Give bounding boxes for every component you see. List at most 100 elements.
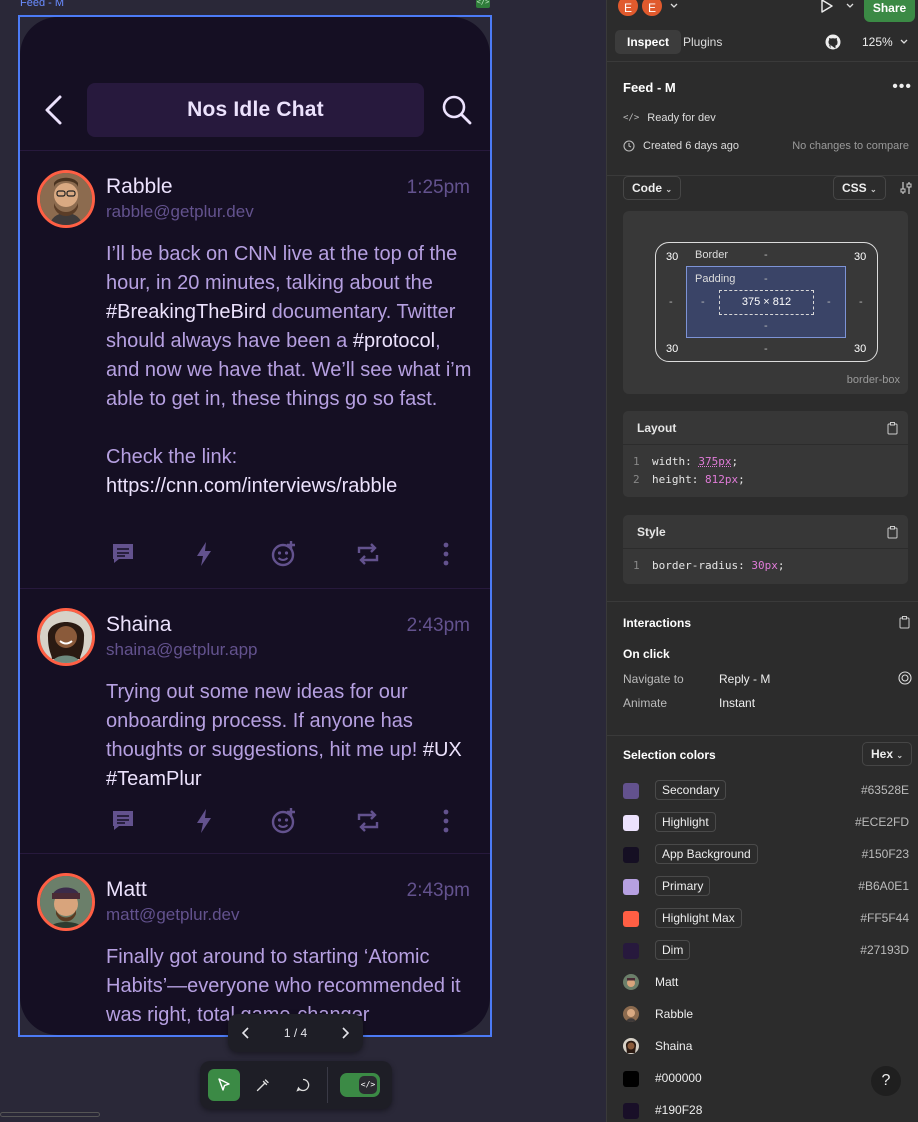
eyedropper-tool-button[interactable] bbox=[247, 1069, 279, 1101]
color-row[interactable]: Dim #27193D bbox=[623, 940, 909, 964]
toolbar-divider bbox=[327, 1067, 328, 1103]
user-avatar[interactable]: E bbox=[616, 0, 640, 18]
share-button[interactable]: Share bbox=[864, 0, 915, 22]
play-icon[interactable] bbox=[819, 0, 835, 14]
padding-right-value: - bbox=[827, 296, 831, 308]
comment-tool-button[interactable] bbox=[287, 1069, 319, 1101]
help-button[interactable]: ? bbox=[871, 1066, 901, 1096]
color-row[interactable]: App Background #150F23 bbox=[623, 844, 909, 868]
navigate-destination[interactable]: Reply - M bbox=[719, 672, 770, 686]
chevron-down-icon[interactable] bbox=[669, 1, 679, 11]
code-dropdown[interactable]: Code ⌄ bbox=[623, 176, 682, 200]
eyedropper-icon bbox=[256, 1079, 269, 1092]
more-options-icon[interactable]: ••• bbox=[892, 78, 912, 96]
hashtag-link[interactable]: #BreakingTheBird bbox=[106, 301, 266, 323]
post-card[interactable]: Shaina shaina@getplur.app 2:43pm Trying … bbox=[20, 589, 490, 854]
color-hex[interactable]: #150F23 bbox=[862, 844, 909, 864]
chevron-right-icon[interactable] bbox=[339, 1026, 351, 1040]
css-dropdown[interactable]: CSS ⌄ bbox=[833, 176, 886, 200]
color-row[interactable]: Shaina bbox=[623, 1036, 909, 1060]
reply-icon[interactable] bbox=[110, 540, 138, 568]
color-hex[interactable]: #27193D bbox=[860, 940, 909, 960]
chevron-down-icon[interactable] bbox=[899, 37, 909, 47]
tab-plugins[interactable]: Plugins bbox=[683, 30, 722, 54]
color-row[interactable]: Rabble bbox=[623, 1004, 909, 1028]
zoom-level[interactable]: 125% bbox=[862, 30, 893, 54]
settings-sliders-icon[interactable] bbox=[899, 181, 913, 195]
copy-icon[interactable] bbox=[887, 422, 898, 435]
layout-code-card: Layout 1 width: 375px; 2 height: 812px; bbox=[623, 411, 908, 497]
dev-mode-badge-icon[interactable]: </> bbox=[476, 0, 490, 8]
author-name[interactable]: Matt bbox=[106, 878, 147, 902]
post-text: I’ll be back on CNN live at the top of t… bbox=[106, 243, 463, 294]
color-row[interactable]: #000000 bbox=[623, 1068, 909, 1092]
add-reaction-icon[interactable] bbox=[270, 807, 298, 835]
color-row[interactable]: Highlight #ECE2FD bbox=[623, 812, 909, 836]
horizontal-scrollbar[interactable] bbox=[0, 1112, 100, 1117]
avatar[interactable] bbox=[37, 170, 95, 228]
move-tool-button[interactable] bbox=[208, 1069, 240, 1101]
post-card[interactable]: Rabble rabble@getplur.dev 1:25pm I’ll be… bbox=[20, 151, 490, 589]
zap-icon[interactable] bbox=[190, 807, 218, 835]
frame-info-section: Feed - M ••• </> Ready for dev Created 6… bbox=[607, 62, 918, 176]
repost-icon[interactable] bbox=[354, 540, 382, 568]
reply-icon[interactable] bbox=[110, 807, 138, 835]
target-icon[interactable] bbox=[898, 671, 912, 685]
copy-icon[interactable] bbox=[887, 526, 898, 539]
frame-name: Feed - M bbox=[623, 80, 676, 95]
color-swatch bbox=[623, 847, 639, 863]
back-arrow-icon[interactable] bbox=[40, 93, 66, 127]
dev-mode-toggle[interactable]: </> bbox=[340, 1073, 380, 1097]
color-swatch bbox=[623, 943, 639, 959]
post-time: 1:25pm bbox=[406, 177, 470, 198]
repost-icon[interactable] bbox=[354, 807, 382, 835]
search-icon[interactable] bbox=[440, 93, 474, 127]
box-sizing-label: border-box bbox=[846, 374, 900, 386]
color-row[interactable]: Primary #B6A0E1 bbox=[623, 876, 909, 900]
color-row[interactable]: Secondary #63528E bbox=[623, 780, 909, 804]
add-reaction-icon[interactable] bbox=[270, 540, 298, 568]
chevron-down-icon: ⌄ bbox=[896, 751, 904, 760]
color-hex[interactable]: #FF5F44 bbox=[860, 908, 909, 928]
color-hex[interactable]: #63528E bbox=[861, 780, 909, 800]
color-name: #190F28 bbox=[655, 1103, 703, 1117]
color-swatch bbox=[623, 911, 639, 927]
hashtag-link[interactable]: #protocol bbox=[353, 330, 435, 352]
chevron-down-icon: ⌄ bbox=[870, 185, 877, 194]
color-swatch bbox=[623, 1071, 639, 1087]
design-canvas[interactable]: Feed - M </> Nos Idle Chat Rabble rabble… bbox=[0, 0, 606, 1122]
frame-label[interactable]: Feed - M bbox=[20, 0, 64, 9]
tab-inspect[interactable]: Inspect bbox=[615, 30, 681, 54]
more-vertical-icon[interactable] bbox=[432, 807, 460, 835]
author-name[interactable]: Shaina bbox=[106, 613, 171, 637]
zap-icon[interactable] bbox=[190, 540, 218, 568]
chat-title: Nos Idle Chat bbox=[87, 83, 424, 137]
post-text: Trying out some new ideas for our onboar… bbox=[106, 681, 423, 761]
padding-bottom-value: - bbox=[764, 320, 768, 332]
created-time[interactable]: Created 6 days ago bbox=[643, 140, 739, 152]
radius-bottom-left: 30 bbox=[666, 343, 679, 355]
hashtag-link[interactable]: https://cnn.com/interviews/rabble bbox=[106, 475, 397, 497]
color-hex[interactable]: #B6A0E1 bbox=[858, 876, 909, 896]
color-row[interactable]: #190F28 bbox=[623, 1100, 909, 1122]
github-icon[interactable] bbox=[825, 34, 841, 50]
chevron-down-icon: ⌄ bbox=[665, 185, 673, 194]
author-name[interactable]: Rabble bbox=[106, 175, 173, 199]
avatar[interactable] bbox=[37, 608, 95, 666]
avatar[interactable] bbox=[37, 873, 95, 931]
chevron-left-icon[interactable] bbox=[240, 1026, 252, 1040]
chevron-down-icon[interactable] bbox=[845, 1, 855, 11]
color-token-name: Primary bbox=[655, 876, 711, 896]
color-row[interactable]: Highlight Max #FF5F44 bbox=[623, 908, 909, 932]
more-vertical-icon[interactable] bbox=[432, 540, 460, 568]
history-icon bbox=[623, 140, 635, 152]
user-avatar[interactable]: E bbox=[640, 0, 664, 18]
color-format-dropdown[interactable]: Hex ⌄ bbox=[862, 742, 913, 766]
copy-icon[interactable] bbox=[899, 616, 910, 629]
author-email: rabble@getplur.dev bbox=[106, 202, 254, 221]
color-name: Shaina bbox=[655, 1039, 693, 1053]
color-row[interactable]: Matt bbox=[623, 972, 909, 996]
post-card[interactable]: Matt matt@getplur.dev 2:43pm Finally got… bbox=[20, 854, 490, 1035]
color-hex[interactable]: #ECE2FD bbox=[855, 812, 909, 832]
mobile-frame[interactable]: Nos Idle Chat Rabble rabble@getplur.dev … bbox=[20, 17, 490, 1035]
